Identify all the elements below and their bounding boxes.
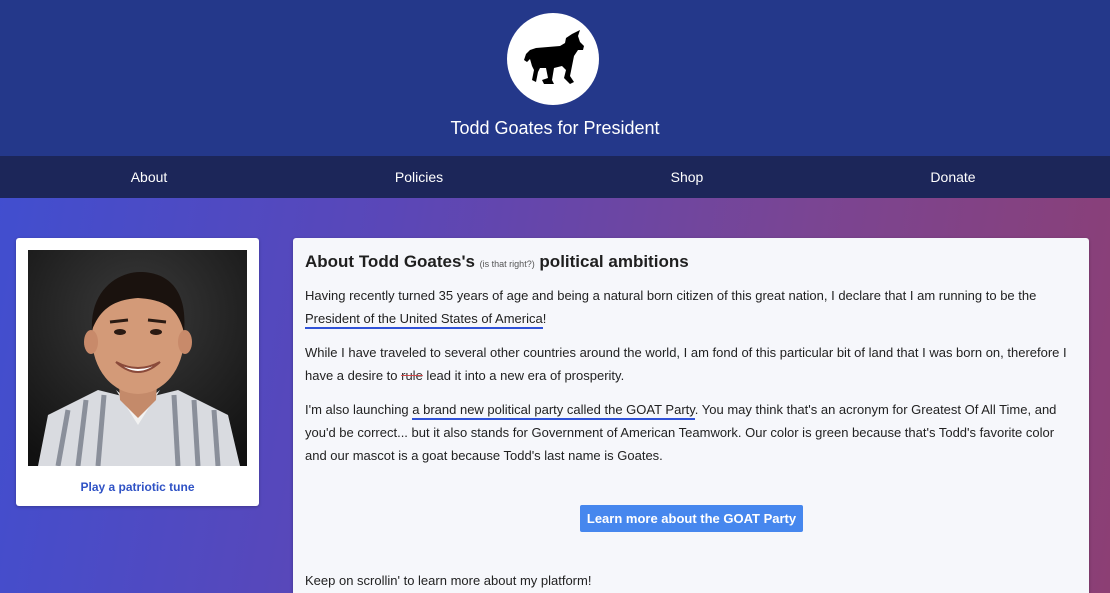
goat-logo[interactable] xyxy=(507,13,599,105)
paragraph-goat-party: I'm also launching a brand new political… xyxy=(305,398,1075,467)
photo-card: Play a patriotic tune xyxy=(16,238,259,506)
president-link[interactable]: President of the United States of Americ… xyxy=(305,311,543,329)
goat-party-link[interactable]: a brand new political party called the G… xyxy=(412,402,695,420)
nav-item-policies[interactable]: Policies xyxy=(339,156,499,198)
heading-text-end: political ambitions xyxy=(534,252,689,271)
nav-item-shop[interactable]: Shop xyxy=(607,156,767,198)
nav-item-about[interactable]: About xyxy=(69,156,229,198)
heading-text-start: About Todd Goates's xyxy=(305,252,480,271)
about-card: About Todd Goates's (is that right?) pol… xyxy=(293,238,1089,593)
paragraph-text: I'm also launching xyxy=(305,402,413,417)
paragraph-scroll: Keep on scrollin' to learn more about my… xyxy=(305,573,592,588)
nav-item-donate[interactable]: Donate xyxy=(873,156,1033,198)
main-nav: About Policies Shop Donate xyxy=(0,156,1110,198)
struck-word: rule xyxy=(401,368,423,383)
paragraph-text: lead it into a new era of prosperity. xyxy=(422,368,625,383)
goat-icon xyxy=(524,30,584,84)
site-header: Todd Goates for President xyxy=(0,0,1110,156)
paragraph-text: Having recently turned 35 years of age a… xyxy=(305,288,1037,303)
paragraph-text: ! xyxy=(542,311,547,326)
heading-aside: (is that right?) xyxy=(479,259,535,269)
site-title: Todd Goates for President xyxy=(450,118,660,138)
play-tune-link[interactable]: Play a patriotic tune xyxy=(16,480,259,494)
learn-more-button[interactable]: Learn more about the GOAT Party xyxy=(580,505,803,532)
about-heading: About Todd Goates's (is that right?) pol… xyxy=(305,252,689,272)
paragraph-travel: While I have traveled to several other c… xyxy=(305,341,1075,387)
candidate-photo xyxy=(28,250,247,466)
paragraph-intro: Having recently turned 35 years of age a… xyxy=(305,284,1075,330)
